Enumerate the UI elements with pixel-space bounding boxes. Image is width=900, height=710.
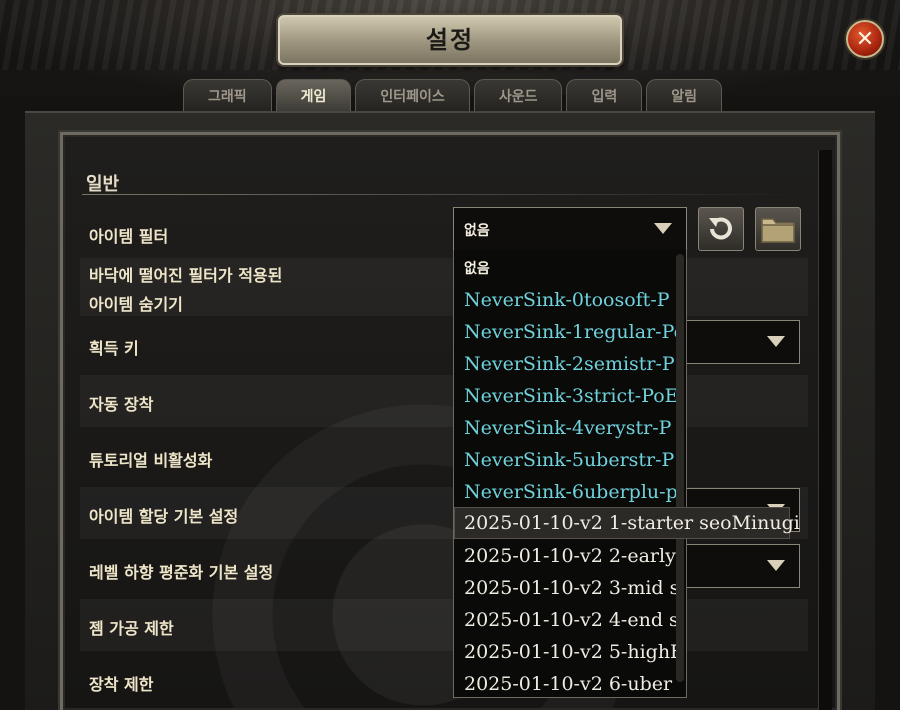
- hide-filtered-label-line1: 바닥에 떨어진 필터가 적용된: [89, 266, 283, 285]
- equip-restriction-label: 장착 제한: [89, 675, 154, 694]
- tab-notifications[interactable]: 알림: [646, 79, 722, 113]
- item-filter-select[interactable]: 없음: [453, 207, 687, 251]
- item-filter-label: 아이템 필터: [89, 227, 169, 246]
- tab-input[interactable]: 입력: [566, 79, 643, 113]
- dropdown-option[interactable]: 없음: [454, 253, 678, 285]
- dropdown-option[interactable]: 2025-01-10-v2 2-early s: [454, 540, 678, 572]
- dropdown-option[interactable]: NeverSink-4verystr-P: [454, 412, 678, 444]
- auto-equip-label: 자동 장착: [89, 395, 154, 414]
- dropdown-option[interactable]: NeverSink-2semistr-P: [454, 348, 678, 380]
- chevron-down-icon: [654, 223, 672, 234]
- item-filter-value: 없음: [464, 223, 490, 239]
- dropdown-option-hovered[interactable]: 2025-01-10-v2 1-starter seoMinugi: [454, 507, 800, 539]
- dropdown-option[interactable]: 2025-01-10-v2 4-end se: [454, 604, 678, 636]
- dropdown-option[interactable]: NeverSink-0tоosoft-P: [454, 284, 678, 316]
- title-plate: 설정: [278, 15, 622, 65]
- section-title: 일반: [86, 174, 120, 195]
- folder-icon: [761, 218, 795, 243]
- dropdown-option[interactable]: NeverSink-5uberstr-P: [454, 444, 678, 476]
- tab-graphics[interactable]: 그래픽: [183, 79, 272, 113]
- close-icon: ✕: [855, 26, 875, 52]
- disable-tutorial-row: 튜토리얼 비활성화: [80, 431, 808, 483]
- level-scaling-label: 레벨 하향 평준화 기본 설정: [89, 563, 274, 582]
- dropdown-option[interactable]: 2025-01-10-v2 3-mid se: [454, 572, 678, 604]
- dropdown-option[interactable]: NeverSink-6uberplu-p: [454, 476, 678, 508]
- dropdown-option[interactable]: NeverSink-1regular-Po: [454, 316, 678, 348]
- hide-filtered-label-line2: 아이템 숨기기: [89, 295, 183, 314]
- close-button[interactable]: ✕: [846, 20, 884, 58]
- item-filter-dropdown[interactable]: 없음 NeverSink-0tоosoft-P NeverSink-1regul…: [453, 250, 687, 698]
- level-scaling-select[interactable]: [680, 544, 800, 588]
- item-allocation-label: 아이템 할당 기본 설정: [89, 507, 239, 526]
- dropdown-option[interactable]: 2025-01-10-v2 5-highEr: [454, 636, 678, 668]
- window-title: 설정: [425, 26, 475, 54]
- dropdown-scrollbar[interactable]: [676, 254, 684, 682]
- auto-equip-row: 자동 장착: [80, 375, 808, 427]
- loot-key-label: 획득 키: [89, 339, 139, 358]
- chevron-down-icon: [767, 560, 785, 571]
- chevron-down-icon: [767, 336, 785, 347]
- equip-restriction-row: 장착 제한: [80, 655, 808, 707]
- reload-icon: [709, 217, 732, 240]
- settings-scrollbar[interactable]: [818, 150, 832, 710]
- section-divider: [82, 194, 802, 195]
- loot-key-select[interactable]: [680, 320, 800, 364]
- reload-filter-button[interactable]: [698, 207, 744, 251]
- tab-interface[interactable]: 인터페이스: [355, 79, 470, 113]
- dropdown-option[interactable]: NeverSink-3strict-PoE: [454, 380, 678, 412]
- hide-filtered-row: 바닥에 떨어진 필터가 적용된 아이템 숨기기: [80, 258, 808, 316]
- tab-sound[interactable]: 사운드: [473, 79, 563, 113]
- dropdown-option[interactable]: 2025-01-10-v2 6-uber s: [454, 668, 678, 697]
- gem-restriction-row: 젬 가공 제한: [80, 599, 808, 651]
- open-folder-button[interactable]: [755, 207, 801, 251]
- tab-game[interactable]: 게임: [275, 79, 352, 113]
- disable-tutorial-label: 튜토리얼 비활성화: [89, 451, 213, 470]
- tab-bar: 그래픽 게임 인터페이스 사운드 입력 알림: [183, 79, 726, 113]
- gem-restriction-label: 젬 가공 제한: [89, 619, 174, 638]
